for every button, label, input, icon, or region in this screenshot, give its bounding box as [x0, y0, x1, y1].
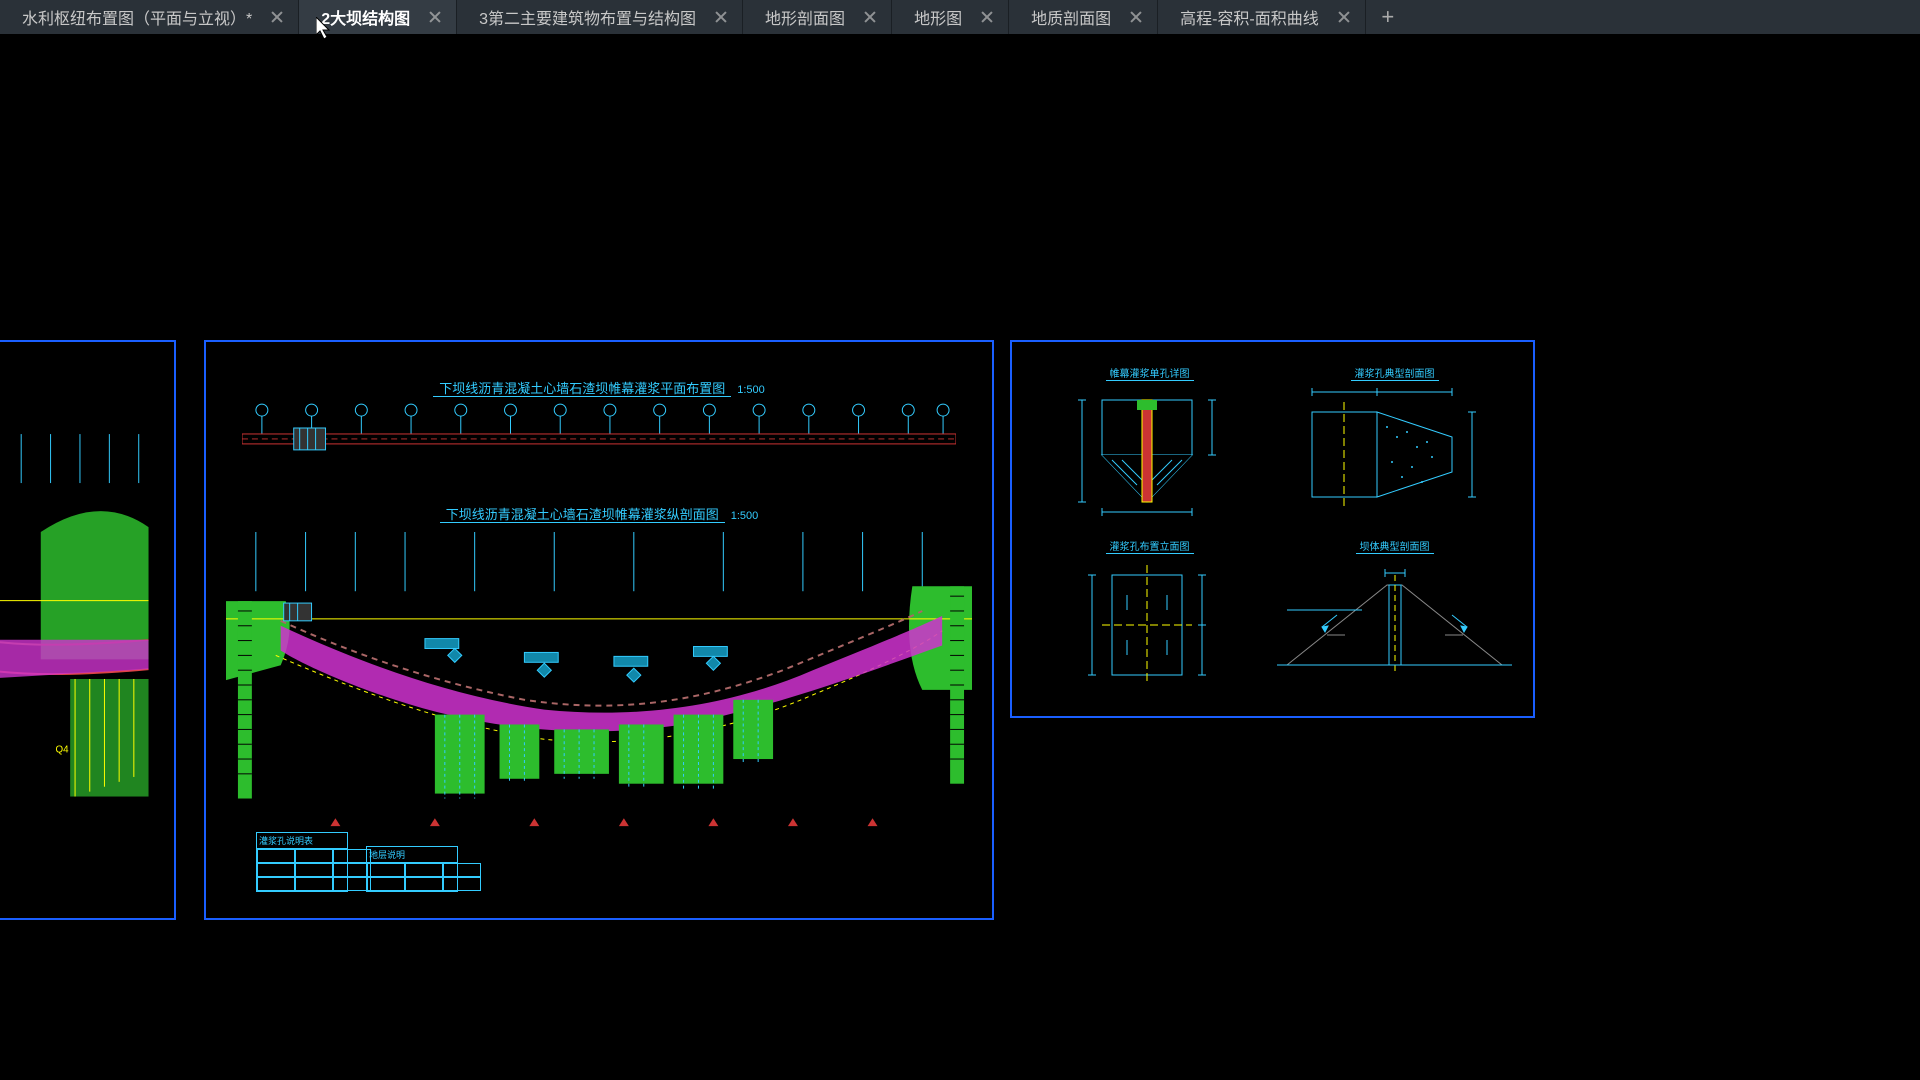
tab-bar: 水利枢纽布置图（平面与立视）* 2大坝结构图 3第二主要建筑物布置与结构图 地形…	[0, 0, 1920, 35]
close-icon[interactable]	[428, 10, 442, 24]
detail-1: 帷幕灌浆单孔详图	[1042, 364, 1257, 524]
tab-label: 水利枢纽布置图（平面与立视）*	[22, 5, 252, 29]
tab-label: 地质剖面图	[1031, 5, 1111, 29]
svg-text:Q4: Q4	[55, 744, 69, 755]
close-icon[interactable]	[714, 10, 728, 24]
dam-section-svg: Q4	[0, 342, 174, 918]
drawing-canvas[interactable]: Q4 下坝线沥青混凝土心墙石渣坝帷幕灌浆平面布置图1:500 下坝线沥青混凝土心…	[0, 34, 1920, 1080]
drawing-sheet-details: 帷幕灌浆单孔详图 灌浆孔典型剖面图	[1010, 340, 1535, 718]
tab-label: 地形图	[914, 5, 962, 29]
drawing-title-2: 下坝线沥青混凝土心墙石渣坝帷幕灌浆纵剖面图1:500	[206, 504, 992, 523]
close-icon[interactable]	[980, 10, 994, 24]
close-icon[interactable]	[270, 10, 284, 24]
plan-view	[242, 400, 956, 456]
tab-7[interactable]: 高程-容积-面积曲线	[1158, 0, 1366, 34]
detail-3: 灌浆孔布置立面图	[1042, 537, 1257, 697]
tab-label: 高程-容积-面积曲线	[1180, 5, 1319, 29]
tab-label: 3第二主要建筑物布置与结构图	[479, 5, 696, 29]
tab-3[interactable]: 3第二主要建筑物布置与结构图	[457, 0, 743, 34]
tab-2[interactable]: 2大坝结构图	[299, 0, 457, 34]
tab-1[interactable]: 水利枢纽布置图（平面与立视）*	[0, 0, 299, 34]
drawing-sheet-left: Q4	[0, 340, 176, 920]
plus-icon: +	[1381, 4, 1394, 30]
tab-5[interactable]: 地形图	[892, 0, 1009, 34]
close-icon[interactable]	[863, 10, 877, 24]
legend-table-1: 灌浆孔说明表	[256, 832, 348, 892]
detail-4: 坝体典型剖面图	[1267, 537, 1522, 697]
legend-table-2: 地层说明	[366, 846, 458, 892]
drawing-sheet-main: 下坝线沥青混凝土心墙石渣坝帷幕灌浆平面布置图1:500 下坝线沥青混凝土心墙石渣…	[204, 340, 994, 920]
tab-6[interactable]: 地质剖面图	[1009, 0, 1158, 34]
tab-label: 2大坝结构图	[321, 5, 410, 29]
detail-2: 灌浆孔典型剖面图	[1282, 364, 1507, 524]
longitudinal-section	[226, 532, 972, 838]
close-icon[interactable]	[1337, 10, 1351, 24]
drawing-title-1: 下坝线沥青混凝土心墙石渣坝帷幕灌浆平面布置图1:500	[206, 378, 992, 397]
close-icon[interactable]	[1129, 10, 1143, 24]
new-tab-button[interactable]: +	[1366, 0, 1410, 34]
tab-4[interactable]: 地形剖面图	[743, 0, 892, 34]
tab-label: 地形剖面图	[765, 5, 845, 29]
